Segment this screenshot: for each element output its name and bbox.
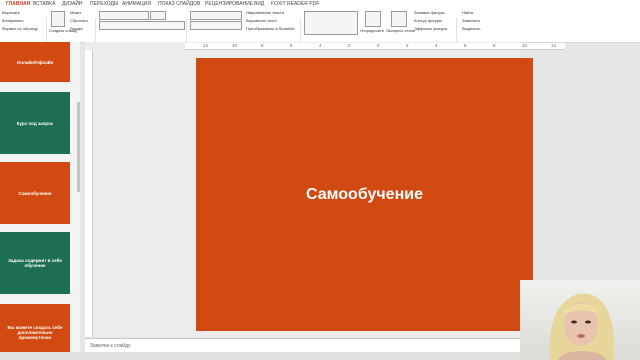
- slide-thumbnail[interactable]: Самообучение: [0, 162, 70, 224]
- vertical-ruler: [85, 50, 93, 337]
- font-size-select[interactable]: [150, 11, 166, 20]
- ruler-number: 12: [551, 43, 557, 48]
- webcam-overlay: [520, 280, 640, 360]
- font-name-select[interactable]: [99, 11, 149, 20]
- ribbon: Вырезать Копировать Формат по образцу Бу…: [0, 8, 640, 48]
- replace-button[interactable]: Заменить: [462, 18, 480, 24]
- quick-styles-button[interactable]: Экспресс-стили: [386, 28, 415, 34]
- section-button[interactable]: Раздел: [70, 26, 83, 32]
- ruler-number: 0: [377, 43, 380, 48]
- ribbon-tabs: ГЛАВНАЯ ВСТАВКА ДИЗАЙН ПЕРЕХОДЫ АНИМАЦИЯ…: [0, 0, 640, 9]
- horizontal-ruler: 12 10 8 6 4 2 0 2 4 6 8 10 12: [185, 43, 565, 50]
- reset-button[interactable]: Сбросить: [70, 18, 88, 24]
- shape-outline-button[interactable]: Контур фигуры: [414, 18, 442, 24]
- format-painter-button[interactable]: Формат по образцу: [2, 26, 38, 32]
- convert-smartart-button[interactable]: Преобразовать в SmartArt: [246, 26, 295, 32]
- align-text-button[interactable]: Выровнять текст: [246, 18, 277, 24]
- tab-animation[interactable]: АНИМАЦИЯ: [122, 0, 151, 8]
- select-button[interactable]: Выделить: [462, 26, 480, 32]
- new-slide-icon[interactable]: [51, 11, 65, 27]
- ruler-number: 10: [522, 43, 528, 48]
- ruler-number: 6: [464, 43, 467, 48]
- slide-thumbnail[interactable]: Курс под запрос: [0, 92, 70, 154]
- ruler-number: 2: [348, 43, 351, 48]
- quick-styles-icon[interactable]: [391, 11, 407, 27]
- ruler-number: 10: [232, 43, 238, 48]
- cut-button[interactable]: Вырезать: [2, 10, 20, 16]
- current-slide[interactable]: Самообучение: [196, 58, 533, 331]
- tab-foxit[interactable]: FOXIT READER PDF: [271, 0, 319, 8]
- slide-thumbnail[interactable]: Онлайн/Офлайн: [0, 42, 70, 82]
- ruler-number: 4: [319, 43, 322, 48]
- copy-button[interactable]: Копировать: [2, 18, 24, 24]
- list-buttons[interactable]: [190, 11, 242, 20]
- tab-transitions[interactable]: ПЕРЕХОДЫ: [90, 0, 118, 8]
- ruler-number: 8: [261, 43, 264, 48]
- find-button[interactable]: Найти: [462, 10, 473, 16]
- text-direction-button[interactable]: Направление текста: [246, 10, 284, 16]
- slide-title[interactable]: Самообучение: [306, 186, 423, 204]
- slide-thumbnail[interactable]: Задача содержит в себе обучение: [0, 232, 70, 294]
- presenter-video: [549, 293, 615, 360]
- layout-button[interactable]: Макет: [70, 10, 81, 16]
- shapes-gallery[interactable]: [304, 11, 358, 35]
- tab-review[interactable]: РЕЦЕНЗИРОВАНИЕ: [205, 0, 253, 8]
- shape-fill-button[interactable]: Заливка фигуры: [414, 10, 445, 16]
- tab-view[interactable]: ВИД: [254, 0, 264, 8]
- ruler-number: 12: [203, 43, 209, 48]
- shape-effects-button[interactable]: Эффекты фигуры: [414, 26, 447, 32]
- thumbnail-scrollbar[interactable]: [77, 102, 80, 192]
- ruler-number: 2: [406, 43, 409, 48]
- notes-pane[interactable]: Заметки к слайду: [85, 338, 520, 352]
- slide-thumbnails-panel: Онлайн/Офлайн Курс под запрос Самообучен…: [0, 42, 80, 360]
- arrange-button[interactable]: Упорядочить: [360, 28, 384, 34]
- ruler-number: 8: [493, 43, 496, 48]
- font-format-toolbar[interactable]: [99, 21, 185, 30]
- tab-insert[interactable]: ВСТАВКА: [33, 0, 55, 8]
- arrange-icon[interactable]: [365, 11, 381, 27]
- tab-design[interactable]: ДИЗАЙН: [62, 0, 83, 8]
- tab-slideshow[interactable]: ПОКАЗ СЛАЙДОВ: [158, 0, 200, 8]
- ruler-number: 6: [290, 43, 293, 48]
- ruler-number: 4: [435, 43, 438, 48]
- alignment-buttons[interactable]: [190, 21, 242, 30]
